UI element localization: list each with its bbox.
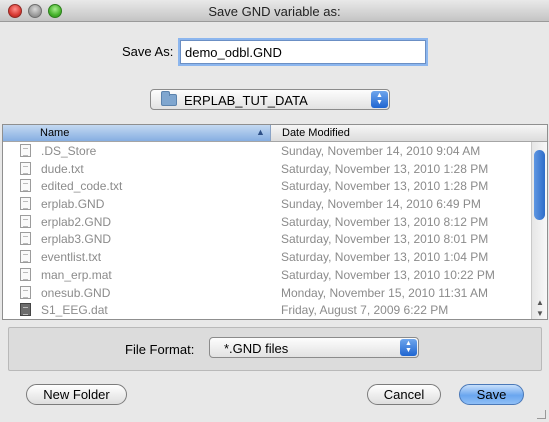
file-row[interactable]: erplab3.GND Saturday, November 13, 2010 8… bbox=[3, 230, 531, 248]
file-name: .DS_Store bbox=[41, 144, 97, 158]
file-name: onesub.GND bbox=[41, 285, 111, 300]
date-column-header[interactable]: Date Modified bbox=[282, 127, 350, 139]
popup-arrows-icon: ▲ ▼ bbox=[371, 91, 388, 108]
file-row[interactable]: S1_EEG.dat Friday, August 7, 2009 6:22 PM bbox=[3, 301, 531, 319]
file-row[interactable]: onesub.GND Monday, November 15, 2010 11:3… bbox=[3, 284, 531, 302]
folder-popup[interactable]: ERPLAB_TUT_DATA ▲ ▼ bbox=[150, 89, 390, 110]
file-name: erplab3.GND bbox=[41, 232, 112, 247]
file-date: Friday, August 7, 2009 6:22 PM bbox=[281, 303, 449, 318]
file-row[interactable]: erplab2.GND Saturday, November 13, 2010 8… bbox=[3, 213, 531, 231]
document-icon bbox=[20, 144, 31, 157]
file-format-value: *.GND files bbox=[224, 341, 289, 356]
file-row[interactable]: eventlist.txt Saturday, November 13, 2010… bbox=[3, 248, 531, 266]
file-name: dude.txt bbox=[41, 161, 84, 176]
scroll-down-icon[interactable]: ▼ bbox=[536, 309, 544, 318]
file-name: S1_EEG.dat bbox=[41, 303, 108, 318]
scroll-up-icon[interactable]: ▲ bbox=[536, 298, 544, 307]
file-date: Saturday, November 13, 2010 1:28 PM bbox=[281, 179, 489, 194]
file-date: Saturday, November 13, 2010 10:22 PM bbox=[281, 267, 495, 282]
file-format-panel: File Format: *.GND files ▲ ▼ bbox=[8, 327, 542, 371]
file-date: Saturday, November 13, 2010 8:12 PM bbox=[281, 214, 489, 229]
file-name: eventlist.txt bbox=[41, 250, 102, 265]
file-browser[interactable]: Name ▲ Date Modified .DS_Store Sunday, No… bbox=[2, 124, 548, 320]
document-icon bbox=[20, 161, 31, 175]
title-bar: Save GND variable as: bbox=[0, 0, 549, 22]
file-date: Saturday, November 13, 2010 1:04 PM bbox=[281, 250, 489, 265]
name-column-header[interactable]: Name ▲ bbox=[3, 125, 271, 141]
save-dialog: Save GND variable as: Save As: ERPLAB_TU… bbox=[0, 0, 549, 422]
folder-name: ERPLAB_TUT_DATA bbox=[184, 93, 308, 108]
vertical-scrollbar[interactable]: ▲ ▼ bbox=[531, 142, 547, 319]
name-column-label: Name bbox=[40, 127, 70, 139]
application-icon bbox=[20, 303, 31, 317]
resize-grip[interactable] bbox=[537, 410, 546, 419]
document-icon bbox=[20, 250, 31, 264]
cancel-button[interactable]: Cancel bbox=[367, 384, 441, 405]
save-button[interactable]: Save bbox=[459, 384, 524, 405]
file-format-label: File Format: bbox=[125, 342, 195, 357]
file-date: Sunday, November 14, 2010 6:49 PM bbox=[281, 197, 481, 212]
save-as-label: Save As: bbox=[122, 44, 174, 59]
file-date: Monday, November 15, 2010 11:31 AM bbox=[281, 285, 489, 300]
window-title: Save GND variable as: bbox=[208, 4, 341, 19]
file-name: man_erp.mat bbox=[41, 267, 112, 282]
file-list-header: Name ▲ Date Modified bbox=[3, 125, 547, 142]
document-icon bbox=[20, 285, 31, 299]
file-row[interactable]: .DS_Store Sunday, November 14, 2010 9:04 … bbox=[3, 142, 531, 160]
file-row[interactable]: erplab.GND Sunday, November 14, 2010 6:49… bbox=[3, 195, 531, 213]
file-format-popup[interactable]: *.GND files ▲ ▼ bbox=[209, 337, 419, 358]
file-name: edited_code.txt bbox=[41, 179, 123, 194]
popup-arrows-icon: ▲ ▼ bbox=[400, 339, 417, 356]
new-folder-button[interactable]: New Folder bbox=[26, 384, 127, 405]
filename-input[interactable] bbox=[180, 40, 426, 64]
document-icon bbox=[20, 232, 31, 246]
file-row[interactable]: edited_code.txt Saturday, November 13, 20… bbox=[3, 177, 531, 195]
file-date: Saturday, November 13, 2010 1:28 PM bbox=[281, 161, 489, 176]
document-icon bbox=[20, 197, 31, 211]
document-icon bbox=[20, 267, 31, 281]
file-name: erplab.GND bbox=[41, 197, 105, 212]
scroll-thumb[interactable] bbox=[534, 150, 545, 220]
file-rows: .DS_Store Sunday, November 14, 2010 9:04 … bbox=[3, 142, 531, 319]
file-date: Saturday, November 13, 2010 8:01 PM bbox=[281, 232, 489, 247]
folder-icon bbox=[161, 91, 177, 106]
file-row[interactable]: dude.txt Saturday, November 13, 2010 1:28… bbox=[3, 160, 531, 178]
file-name: erplab2.GND bbox=[41, 214, 112, 229]
document-icon bbox=[20, 214, 31, 228]
document-icon bbox=[20, 179, 31, 193]
sort-ascending-icon: ▲ bbox=[256, 127, 265, 137]
file-row[interactable]: man_erp.mat Saturday, November 13, 2010 1… bbox=[3, 266, 531, 284]
file-date: Sunday, November 14, 2010 9:04 AM bbox=[281, 144, 481, 158]
